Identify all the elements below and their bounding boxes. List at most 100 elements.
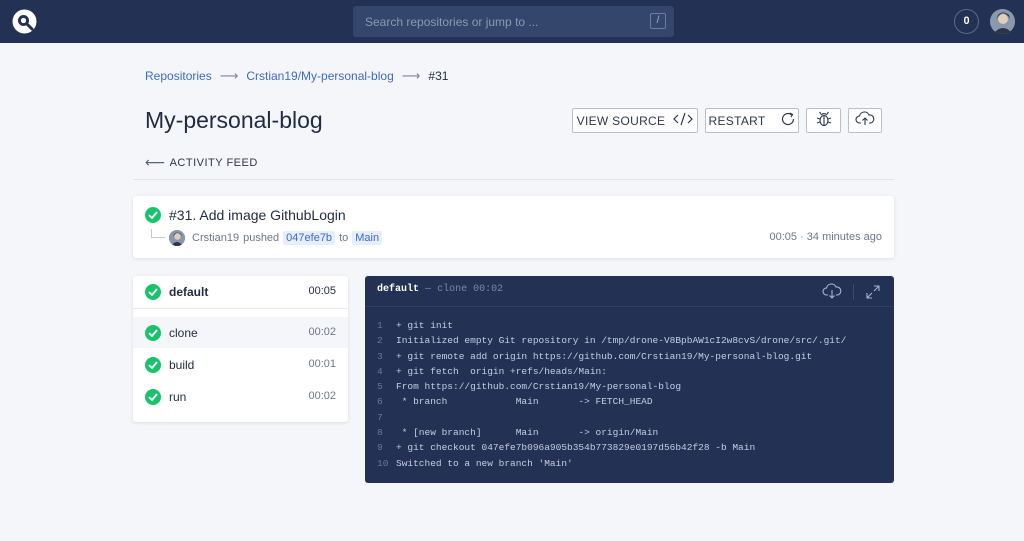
cloud-upload-icon (855, 111, 875, 130)
bug-icon (815, 110, 833, 131)
stage-name: default (169, 285, 209, 299)
line-number: 2 (377, 335, 383, 347)
code-icon (673, 112, 694, 129)
time-separator: · (800, 231, 804, 243)
user-avatar[interactable] (990, 9, 1015, 34)
log-line: 3 + git remote add origin https://github.… (365, 351, 894, 366)
log-stage-name: default (377, 284, 420, 295)
build-author: Crstian19 (192, 232, 240, 244)
line-text: * [new branch] Main -> origin/Main (396, 427, 659, 439)
line-text: + git checkout 047efe7b096a905b354b77382… (396, 442, 756, 454)
drone-logo-icon[interactable] (12, 9, 37, 34)
line-number: 9 (377, 442, 383, 454)
expand-icon[interactable] (866, 285, 880, 304)
notification-count-badge[interactable]: 0 (954, 9, 979, 34)
stage-header[interactable]: default 00:05 (133, 276, 348, 307)
search-box[interactable]: / (353, 6, 674, 37)
divider (133, 179, 894, 180)
success-check-icon (145, 389, 161, 405)
log-line: 1 + git init (365, 320, 894, 335)
download-icon[interactable] (822, 283, 842, 306)
breadcrumb-current: #31 (428, 69, 449, 83)
step-duration: 00:01 (308, 358, 336, 370)
top-bar: / 0 (0, 0, 1024, 43)
arrow-left-icon: ⟵ (145, 154, 166, 170)
line-number: 3 (377, 350, 383, 362)
activity-feed-link[interactable]: ⟵ ACTIVITY FEED (145, 154, 258, 171)
view-source-button[interactable]: VIEW SOURCE (572, 108, 698, 133)
step-name: build (169, 358, 195, 372)
step-build[interactable]: build 00:01 (133, 349, 348, 380)
view-source-label: VIEW SOURCE (576, 113, 666, 128)
line-text: From https://github.com/Crstian19/My-per… (396, 381, 682, 393)
line-text: + git remote add origin https://github.c… (396, 350, 813, 362)
line-number: 6 (377, 396, 383, 408)
search-shortcut-hint: / (650, 13, 666, 29)
log-line: 7 (365, 412, 894, 427)
build-time: 00:05 · 34 minutes ago (769, 231, 882, 243)
restart-label: RESTART (708, 113, 766, 128)
build-card[interactable]: #31. Add image GithubLogin Crstian19 pus… (133, 196, 894, 258)
log-line: 4 + git fetch origin +refs/heads/Main: (365, 366, 894, 381)
log-line: 6 * branch Main -> FETCH_HEAD (365, 396, 894, 411)
divider (133, 308, 348, 309)
search-input[interactable] (353, 6, 674, 37)
line-number: 5 (377, 381, 383, 393)
tree-connector (151, 229, 165, 238)
step-clone[interactable]: clone 00:02 (133, 317, 348, 348)
line-text: * branch Main -> FETCH_HEAD (396, 396, 653, 408)
log-step-name: clone (437, 284, 468, 295)
activity-feed-label: ACTIVITY FEED (169, 156, 258, 169)
divider (365, 306, 894, 307)
build-duration: 00:05 (769, 231, 797, 243)
line-number: 8 (377, 427, 383, 439)
log-header: default — clone 00:02 (377, 284, 503, 295)
success-check-icon (145, 357, 161, 373)
stages-panel: default 00:05 clone 00:02 build 00:01 ru… (133, 276, 348, 422)
success-check-icon (145, 325, 161, 341)
commit-hash-link[interactable]: 047efe7b (283, 231, 336, 245)
log-output: 1 + git init 2 Initialized empty Git repos… (365, 320, 894, 473)
line-text: Initialized empty Git repository in /tmp… (396, 335, 847, 347)
step-duration: 00:02 (308, 390, 336, 402)
line-number: 1 (377, 320, 383, 331)
log-line: 10 Switched to a new branch 'Main' (365, 458, 894, 473)
page-title: My-personal-blog (145, 107, 323, 133)
line-number: 4 (377, 365, 383, 377)
branch-link[interactable]: Main (352, 231, 383, 245)
line-text: + git fetch origin +refs/heads/Main: (396, 365, 607, 377)
arrow-right-icon: ⟶ (401, 68, 421, 83)
breadcrumb: Repositories ⟶ Crstian19/My-personal-blo… (145, 68, 448, 84)
step-duration: 00:02 (308, 326, 336, 338)
line-text: + git init (396, 320, 454, 331)
log-line: 2 Initialized empty Git repository in /tm… (365, 335, 894, 350)
line-number: 7 (377, 411, 383, 423)
step-name: clone (169, 326, 198, 340)
arrow-right-icon: ⟶ (219, 68, 239, 83)
log-duration: 00:02 (473, 284, 504, 295)
success-check-icon (145, 207, 161, 223)
step-name: run (169, 390, 187, 404)
log-dash: — (425, 284, 432, 295)
author-avatar (169, 230, 185, 246)
log-line: 8 * [new branch] Main -> origin/Main (365, 427, 894, 442)
log-panel: default — clone 00:02 1 + git init 2 Initi… (365, 276, 894, 483)
build-title: #31. Add image GithubLogin (169, 207, 346, 223)
breadcrumb-repo-link[interactable]: Crstian19/My-personal-blog (246, 69, 393, 83)
build-meta: Crstian19 pushed 047efe7b to Main (169, 230, 386, 246)
build-time-ago: 34 minutes ago (806, 231, 882, 243)
refresh-icon (780, 111, 796, 130)
log-line: 5 From https://github.com/Crstian19/My-pe… (365, 381, 894, 396)
log-line: 9 + git checkout 047efe7b096a905b354b7738… (365, 442, 894, 457)
restart-button[interactable]: RESTART (705, 108, 799, 133)
debug-button[interactable] (806, 108, 841, 133)
deploy-button[interactable] (848, 108, 882, 133)
build-to-label: to (339, 232, 349, 244)
divider (853, 284, 854, 300)
success-check-icon (145, 284, 161, 300)
build-action: pushed (243, 232, 280, 244)
breadcrumb-repositories-link[interactable]: Repositories (145, 69, 212, 83)
step-run[interactable]: run 00:02 (133, 381, 348, 412)
stage-duration: 00:05 (308, 285, 336, 297)
line-number: 10 (377, 457, 389, 469)
